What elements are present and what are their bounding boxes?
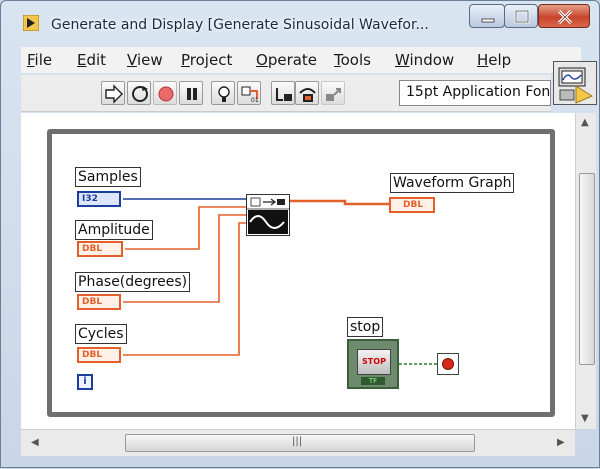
cycles-label: Cycles xyxy=(75,324,127,344)
scroll-grip-icon: ||| xyxy=(292,436,303,447)
phase-terminal[interactable]: DBL xyxy=(77,294,121,310)
phase-label: Phase(degrees) xyxy=(75,272,191,292)
scroll-down-icon[interactable]: ▼ xyxy=(581,413,589,424)
iteration-terminal[interactable]: i xyxy=(77,374,93,390)
sine-waveform-vi[interactable] xyxy=(246,194,290,236)
stop-label: stop xyxy=(347,317,384,337)
stop-button-terminal[interactable]: STOP TF xyxy=(347,339,399,389)
loop-condition-terminal[interactable] xyxy=(437,353,459,375)
waveform-graph-label: Waveform Graph xyxy=(390,173,515,193)
scroll-left-icon[interactable]: ◀ xyxy=(31,437,39,448)
scroll-right-icon[interactable]: ▶ xyxy=(557,437,565,448)
samples-label: Samples xyxy=(75,167,141,187)
horizontal-scrollbar[interactable]: ◀ ||| ▶ xyxy=(21,429,575,456)
vertical-scroll-thumb[interactable] xyxy=(579,173,595,365)
stop-button-face: STOP xyxy=(357,349,391,375)
waveform-graph-terminal[interactable]: DBL xyxy=(389,197,435,213)
vertical-scrollbar[interactable]: ▲ ▼ xyxy=(575,113,596,429)
samples-terminal[interactable]: I32 xyxy=(77,191,121,207)
tf-type-label: TF xyxy=(361,377,385,385)
cycles-terminal[interactable]: DBL xyxy=(77,347,121,363)
scroll-up-icon[interactable]: ▲ xyxy=(581,117,589,128)
amplitude-label: Amplitude xyxy=(75,220,153,240)
horizontal-scroll-thumb[interactable]: ||| xyxy=(125,434,475,452)
sine-waveform-icon xyxy=(247,195,289,234)
amplitude-terminal[interactable]: DBL xyxy=(77,241,123,257)
labview-window: Generate and Display [Generate Sinusoida… xyxy=(0,0,600,468)
